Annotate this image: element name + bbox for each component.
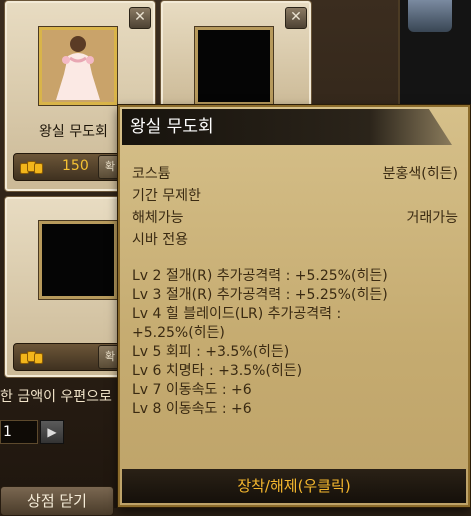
character-portrait-icon[interactable] xyxy=(408,0,452,32)
equip-action-hint: 장착/해제(우클릭) xyxy=(122,469,466,503)
tooltip-title: 왕실 무도회 xyxy=(122,109,452,145)
item-color: 분홍색(히든) xyxy=(382,166,458,182)
item-slot[interactable] xyxy=(39,221,117,299)
character-panel xyxy=(398,0,471,110)
item-restriction: 시바 전용 xyxy=(132,232,188,248)
close-icon[interactable]: ✕ xyxy=(285,7,307,29)
item-price: 150 xyxy=(62,158,89,174)
stat-line: Lv 7 이동속도 : +6 xyxy=(132,382,252,398)
shop-item-card[interactable]: ✕ xyxy=(160,0,312,112)
quantity-input[interactable]: 1 xyxy=(0,420,38,444)
stat-line: Lv 2 절개(R) 추가공격력 : +5.25%(히든) xyxy=(132,268,388,284)
close-icon[interactable]: ✕ xyxy=(129,7,151,29)
item-name: 왕실 무도회 xyxy=(39,124,108,140)
stat-line: Lv 5 회피 : +3.5%(히든) xyxy=(132,344,290,360)
item-slot[interactable] xyxy=(39,27,117,105)
item-disassemble: 해체가능 xyxy=(132,210,184,226)
item-duration: 기간 무제한 xyxy=(132,188,201,204)
gold-coin-icon xyxy=(20,161,43,174)
item-tooltip: 왕실 무도회 코스튬 분홍색(히든) 기간 무제한 해체가능 거래가능 시바 전… xyxy=(118,105,470,507)
stat-line: Lv 6 치명타 : +3.5%(히든) xyxy=(132,363,303,379)
close-shop-button[interactable]: 상점 닫기 xyxy=(0,486,114,516)
arrow-right-icon[interactable]: ▶ xyxy=(40,420,64,444)
costume-dress-icon xyxy=(42,30,114,102)
tooltip-body: 코스튬 분홍색(히든) 기간 무제한 해체가능 거래가능 시바 전용 Lv 2 … xyxy=(132,163,458,419)
item-slot[interactable] xyxy=(195,27,273,105)
item-type: 코스튬 xyxy=(132,166,171,182)
mail-notice: 한 금액이 우편으로 xyxy=(0,389,112,405)
stat-line: Lv 3 절개(R) 추가공격력 : +5.25%(히든) xyxy=(132,287,388,303)
item-trade: 거래가능 xyxy=(406,210,458,226)
gold-coin-icon xyxy=(20,351,43,364)
stat-line: +5.25%(히든) xyxy=(132,325,225,341)
stat-line: Lv 4 힐 블레이드(LR) 추가공격력 : xyxy=(132,306,342,322)
stat-line: Lv 8 이동속도 : +6 xyxy=(132,401,252,417)
